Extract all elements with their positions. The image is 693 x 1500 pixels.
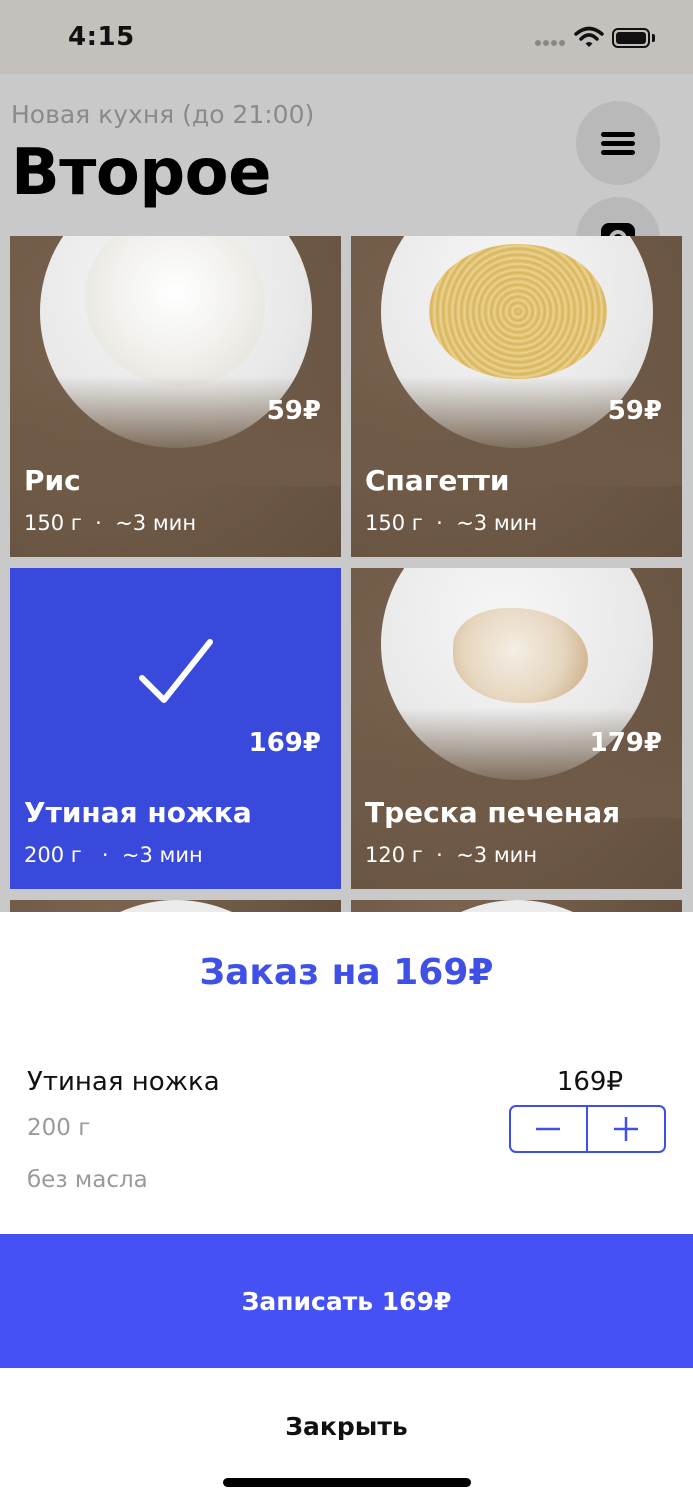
menu-screen: Новая кухня (до 21:00) Второе 59₽ Рис 15… bbox=[0, 74, 693, 912]
order-item-note: без масла bbox=[27, 1167, 148, 1193]
dish-meta: 150 г · ~3 мин bbox=[24, 511, 197, 535]
decrease-button[interactable] bbox=[511, 1107, 588, 1151]
check-icon bbox=[139, 639, 213, 703]
dish-price: 59₽ bbox=[607, 396, 662, 426]
dish-card-peek[interactable] bbox=[351, 900, 682, 912]
dish-meta: 120 г · ~3 мин bbox=[365, 843, 538, 867]
wifi-icon bbox=[574, 26, 604, 47]
submit-order-button[interactable]: Записать 169₽ bbox=[0, 1234, 693, 1368]
dish-name: Рис bbox=[24, 464, 81, 497]
dish-meta: 200 г · ~3 мин bbox=[24, 843, 203, 867]
dish-price: 169₽ bbox=[248, 728, 321, 758]
minus-icon bbox=[536, 1127, 561, 1131]
dish-name: Утиная ножка bbox=[24, 796, 252, 829]
signal-icon bbox=[535, 40, 567, 48]
order-title: Заказ на 169₽ bbox=[199, 952, 494, 993]
dish-price: 179₽ bbox=[589, 728, 662, 758]
menu-icon bbox=[601, 128, 635, 159]
dish-card-baked-cod[interactable]: 179₽ Треска печеная 120 г · ~3 мин bbox=[351, 568, 682, 889]
dish-name: Треска печеная bbox=[365, 796, 621, 829]
home-indicator[interactable] bbox=[223, 1478, 471, 1487]
dish-card-rice[interactable]: 59₽ Рис 150 г · ~3 мин bbox=[10, 236, 341, 557]
dish-card-duck-leg[interactable]: 169₽ Утиная ножка 200 г · ~3 мин bbox=[10, 568, 341, 889]
order-item-weight: 200 г bbox=[27, 1115, 91, 1141]
dish-name: Спагетти bbox=[365, 464, 510, 497]
dish-price: 59₽ bbox=[266, 396, 321, 426]
order-sheet: Заказ на 169₽ Утиная ножка 169₽ 200 г бе… bbox=[0, 912, 693, 1500]
status-time: 4:15 bbox=[68, 22, 135, 52]
battery-icon bbox=[612, 28, 656, 48]
menu-button[interactable] bbox=[576, 101, 660, 185]
status-bar: 4:15 bbox=[0, 0, 693, 74]
quantity-stepper[interactable] bbox=[509, 1105, 666, 1153]
pasta-image bbox=[429, 244, 607, 379]
dish-card-spaghetti[interactable]: 59₽ Спагетти 150 г · ~3 мин bbox=[351, 236, 682, 557]
close-button[interactable]: Закрыть bbox=[0, 1402, 693, 1452]
order-item-name: Утиная ножка bbox=[27, 1067, 220, 1097]
dish-card-peek[interactable] bbox=[10, 900, 341, 912]
kitchen-label: Новая кухня (до 21:00) bbox=[11, 100, 315, 129]
plus-icon bbox=[613, 1117, 638, 1141]
dish-meta: 150 г · ~3 мин bbox=[365, 511, 538, 535]
order-item-price: 169₽ bbox=[556, 1067, 623, 1097]
page-title: Второе bbox=[11, 136, 272, 210]
increase-button[interactable] bbox=[588, 1107, 665, 1151]
